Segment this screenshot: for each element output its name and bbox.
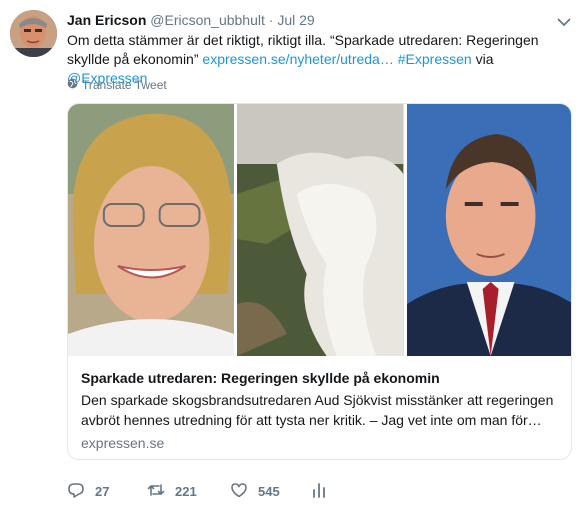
card-image-man bbox=[406, 104, 571, 356]
analytics-icon bbox=[310, 481, 328, 502]
tweet-timestamp[interactable]: Jul 29 bbox=[277, 12, 314, 28]
retweet-icon bbox=[147, 481, 165, 502]
analytics-button[interactable] bbox=[310, 481, 328, 502]
retweet-count: 221 bbox=[175, 483, 197, 499]
card-body: Sparkade utredaren: Regeringen skyllde p… bbox=[68, 356, 571, 453]
card-image-woman bbox=[68, 104, 235, 356]
header-separator: · bbox=[268, 12, 274, 28]
translate-label: Translate Tweet bbox=[82, 78, 167, 92]
card-description: Den sparkade skogsbrandsutredaren Aud Sj… bbox=[81, 392, 554, 428]
like-button[interactable]: 545 bbox=[230, 481, 310, 502]
author-name[interactable]: Jan Ericson bbox=[67, 12, 146, 28]
retweet-button[interactable]: 221 bbox=[147, 481, 230, 502]
reply-button[interactable]: 27 bbox=[67, 481, 147, 502]
card-image-strip bbox=[68, 104, 571, 356]
reply-count: 27 bbox=[95, 483, 110, 499]
article-link[interactable]: expressen.se/nyheter/utreda… bbox=[202, 51, 393, 67]
author-avatar[interactable] bbox=[10, 10, 57, 57]
hashtag-link[interactable]: #Expressen bbox=[398, 51, 472, 67]
chevron-down-icon[interactable] bbox=[556, 14, 572, 27]
via-word: via bbox=[475, 51, 494, 67]
card-image-forest-fire bbox=[237, 104, 404, 356]
tweet-header: Jan Ericson @Ericson_ubbhult · Jul 29 bbox=[67, 11, 572, 31]
card-domain: expressen.se bbox=[81, 435, 165, 451]
like-count: 545 bbox=[258, 483, 280, 499]
heart-icon bbox=[230, 481, 248, 502]
reply-icon bbox=[67, 481, 85, 502]
link-preview-card[interactable]: Sparkade utredaren: Regeringen skyllde p… bbox=[67, 103, 572, 460]
card-title[interactable]: Sparkade utredaren: Regeringen skyllde p… bbox=[81, 368, 559, 388]
globe-icon bbox=[67, 78, 78, 93]
translate-tweet[interactable]: Translate Tweet bbox=[67, 78, 167, 93]
author-handle[interactable]: @Ericson_ubbhult bbox=[150, 12, 265, 28]
tweet-actions: 27 221 545 bbox=[67, 481, 328, 501]
